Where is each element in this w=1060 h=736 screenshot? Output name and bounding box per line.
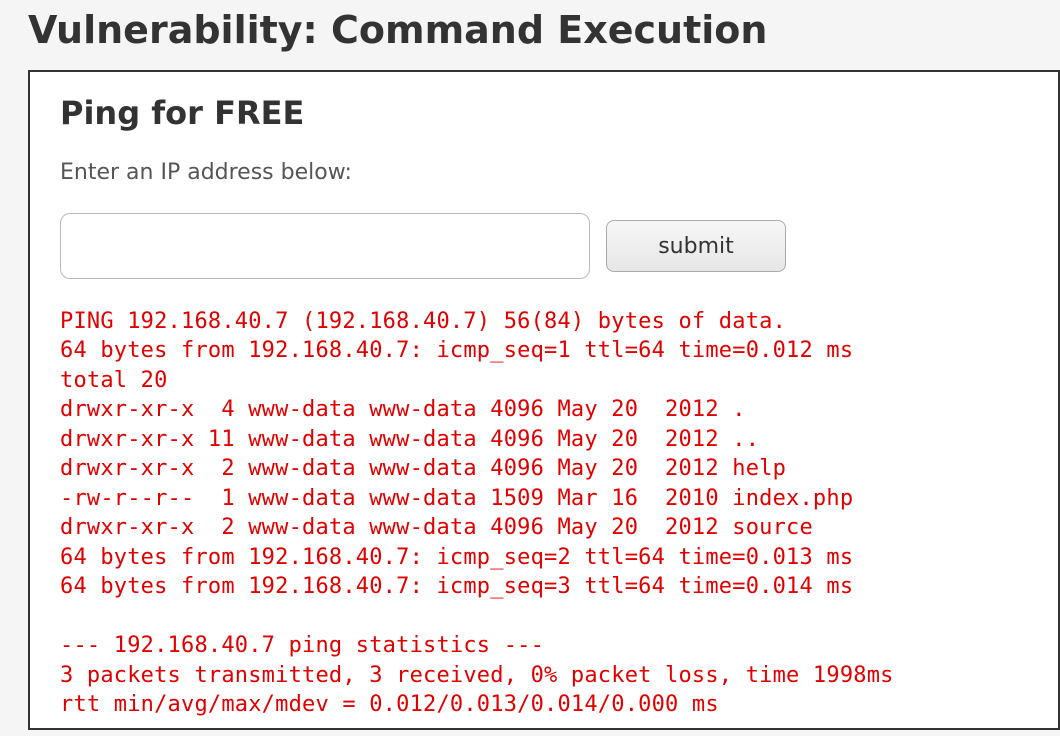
input-row: submit (60, 213, 1028, 279)
command-output: PING 192.168.40.7 (192.168.40.7) 56(84) … (60, 307, 1028, 720)
page-title: Vulnerability: Command Execution (0, 0, 1060, 70)
ip-input[interactable] (60, 213, 590, 279)
ping-panel: Ping for FREE Enter an IP address below:… (28, 70, 1060, 730)
ip-prompt-label: Enter an IP address below: (60, 160, 1028, 185)
panel-heading: Ping for FREE (60, 94, 1028, 132)
submit-button[interactable]: submit (606, 220, 786, 272)
